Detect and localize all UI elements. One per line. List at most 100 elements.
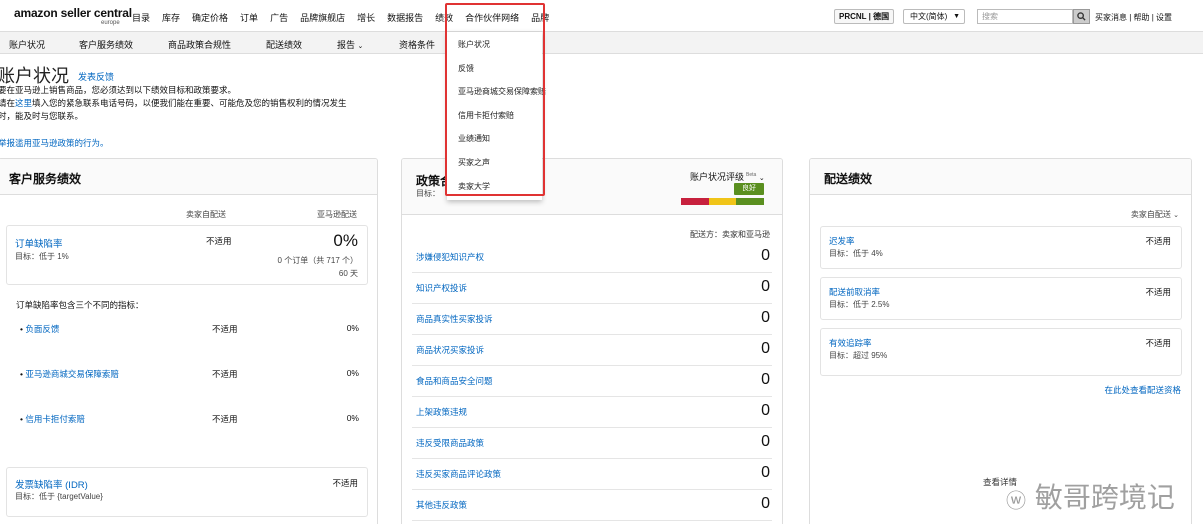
- shipping-card-target: 目标：低于 4%: [829, 249, 883, 258]
- nav-reports[interactable]: 数据报告: [387, 11, 423, 24]
- policy-row-label[interactable]: 商品真实性买家投诉: [416, 313, 493, 325]
- subnav-reports[interactable]: 报告 ⌄: [337, 38, 363, 51]
- subnav-reports-label: 报告: [337, 40, 356, 50]
- policy-row-value: 0: [761, 495, 770, 512]
- intro-line-2-start: 请在: [0, 98, 16, 108]
- policy-row-label[interactable]: 上架政策违规: [416, 406, 467, 418]
- shipping-card: 配送前取消率 目标：低于 2.5% 不适用: [820, 277, 1182, 320]
- intro-text: 要在亚马逊上销售商品，您必须达到以下绩效目标和政策要求。 请在这里填入您的紧急联…: [0, 84, 347, 123]
- bullet-icon: •: [20, 414, 23, 424]
- rating-bar-good: [736, 198, 764, 205]
- odr-seller-value: 不适用: [206, 236, 232, 246]
- shipping-card-label[interactable]: 有效追踪率: [829, 337, 872, 349]
- policy-row: 食品和商品安全问题 0: [412, 367, 772, 397]
- shipping-filter-label: 卖家自配送: [1130, 210, 1171, 219]
- nav-advertising[interactable]: 广告: [270, 11, 288, 24]
- nav-inventory[interactable]: 库存: [162, 11, 180, 24]
- logo-text: amazon seller central: [14, 6, 132, 20]
- shipping-card-target: 目标：低于 2.5%: [829, 300, 890, 309]
- metric-a-to-z-claims: • 亚马逊商城交易保障索赔: [20, 368, 119, 380]
- shipping-eligibility-link[interactable]: 在此处查看配送资格: [1104, 384, 1181, 396]
- sub-navigation: 账户状况 客户服务绩效 商品政策合规性 配送绩效 报告 ⌄ 资格条件: [0, 32, 1203, 54]
- policy-row: 违反受限商品政策 0: [412, 429, 772, 459]
- shipping-title: 配送绩效: [810, 159, 1191, 195]
- policy-row-value: 0: [761, 433, 770, 450]
- intro-line-3: 时，能及时与您联系。: [0, 111, 84, 121]
- rating-bar-bad: [681, 198, 709, 205]
- shipping-filter[interactable]: 卖家自配送 ⌄: [1131, 209, 1179, 220]
- policy-row: 商品状况买家投诉 0: [412, 336, 772, 366]
- policy-row-label[interactable]: 知识产权投诉: [416, 282, 467, 294]
- policy-target-label: 目标：: [416, 189, 440, 198]
- report-abuse-link[interactable]: 举报滥用亚马逊政策的行为。: [0, 137, 109, 149]
- subnav-product-policy[interactable]: 商品政策合规性: [168, 38, 231, 51]
- metric-seller-value: 不适用: [212, 324, 238, 334]
- odr-amazon-value: 0%: [333, 231, 358, 250]
- policy-row: 上架政策违规 0: [412, 398, 772, 428]
- idr-label[interactable]: 发票缺陷率 (IDR): [15, 477, 88, 491]
- policy-row-label[interactable]: 违反买家商品评论政策: [416, 468, 501, 480]
- col-amazon-fulfilled: 亚马逊配送: [317, 210, 357, 219]
- watermark-text: 敏哥跨境记: [1034, 481, 1175, 514]
- nav-orders[interactable]: 订单: [240, 11, 258, 24]
- shipping-card: 迟发率 目标：低于 4% 不适用: [820, 226, 1182, 269]
- idr-value: 不适用: [332, 478, 358, 488]
- policy-row-value: 0: [761, 371, 770, 388]
- shipping-card-value: 不适用: [1145, 236, 1171, 246]
- intro-line-2: 请在这里填入您的紧急联系电话号码，以便我们能在重要、可能危及您的销售权利的情况发…: [0, 97, 347, 110]
- col-seller-fulfilled: 卖家自配送: [186, 210, 226, 219]
- top-links[interactable]: 买家消息 | 帮助 | 设置: [1095, 12, 1172, 23]
- policy-row: 涉嫌侵犯知识产权 0: [412, 243, 772, 273]
- policy-row-value: 0: [761, 402, 770, 419]
- amazon-logo[interactable]: amazon seller central: [14, 6, 132, 20]
- policy-row: 违反买家商品评论政策 0: [412, 460, 772, 490]
- subnav-eligibility[interactable]: 资格条件: [399, 38, 435, 51]
- rating-status-badge: 良好: [734, 183, 764, 195]
- subnav-shipping[interactable]: 配送绩效: [266, 38, 302, 51]
- search-input[interactable]: 搜索: [977, 9, 1073, 24]
- shipping-card-target: 目标：超过 95%: [829, 351, 888, 360]
- feedback-link[interactable]: 发表反馈: [78, 70, 114, 83]
- bullet-icon: •: [20, 369, 23, 379]
- rating-label-text: 账户状况评级: [690, 172, 745, 182]
- metric-negative-feedback: • 负面反馈: [20, 323, 59, 335]
- policy-row-label[interactable]: 违反受限商品政策: [416, 437, 484, 449]
- rating-label[interactable]: 账户状况评级 Beta ⌄: [690, 170, 765, 183]
- shipping-card-label[interactable]: 配送前取消率: [829, 286, 880, 298]
- policy-row-value: 0: [761, 464, 770, 481]
- odr-label[interactable]: 订单缺陷率: [15, 236, 63, 250]
- caret-down-icon: ▼: [953, 13, 960, 20]
- metric-label[interactable]: 负面反馈: [25, 324, 59, 334]
- logo-region: europe: [101, 20, 120, 26]
- store-switcher[interactable]: PRCNL | 德国: [834, 9, 895, 24]
- search-icon: [1077, 12, 1086, 21]
- nav-growth[interactable]: 增长: [357, 11, 375, 24]
- nav-stores[interactable]: 品牌旗舰店: [300, 11, 345, 24]
- language-select[interactable]: 中文(简体) ▼: [903, 9, 965, 24]
- subnav-account-health[interactable]: 账户状况: [9, 38, 45, 51]
- policy-row: 其他违反政策 0: [412, 491, 772, 521]
- metric-seller-value: 不适用: [212, 369, 238, 379]
- metric-label[interactable]: 信用卡拒付索赔: [25, 414, 85, 424]
- metric-label[interactable]: 亚马逊商城交易保障索赔: [25, 369, 119, 379]
- customer-service-panel: 客户服务绩效 卖家自配送 亚马逊配送 订单缺陷率 目标：低于 1% 不适用 0%…: [0, 158, 378, 524]
- shipping-card-value: 不适用: [1145, 287, 1171, 297]
- weibo-icon: ⓦ: [1006, 488, 1026, 513]
- policy-row-label[interactable]: 其他违反政策: [416, 499, 467, 511]
- metric-amazon-value: 0%: [346, 413, 359, 423]
- policy-row-label[interactable]: 食品和商品安全问题: [416, 375, 493, 387]
- chevron-down-icon: ⌄: [1173, 212, 1179, 219]
- metric-chargeback-claims: • 信用卡拒付索赔: [20, 413, 85, 425]
- shipping-card-label[interactable]: 迟发率: [829, 235, 855, 247]
- nav-pricing[interactable]: 确定价格: [192, 11, 228, 24]
- nav-catalog[interactable]: 目录: [132, 11, 150, 24]
- idr-target: 目标：低于 {targetValue}: [15, 492, 103, 501]
- subnav-customer-service[interactable]: 客户服务绩效: [79, 38, 133, 51]
- contact-here-link[interactable]: 这里: [15, 98, 32, 108]
- idr-card: 发票缺陷率 (IDR) 目标：低于 {targetValue} 不适用: [6, 467, 368, 517]
- language-value: 中文(简体): [910, 12, 948, 21]
- policy-row-label[interactable]: 涉嫌侵犯知识产权: [416, 251, 484, 263]
- search-button[interactable]: [1073, 9, 1090, 24]
- policy-row-label[interactable]: 商品状况买家投诉: [416, 344, 484, 356]
- metric-amazon-value: 0%: [346, 368, 359, 378]
